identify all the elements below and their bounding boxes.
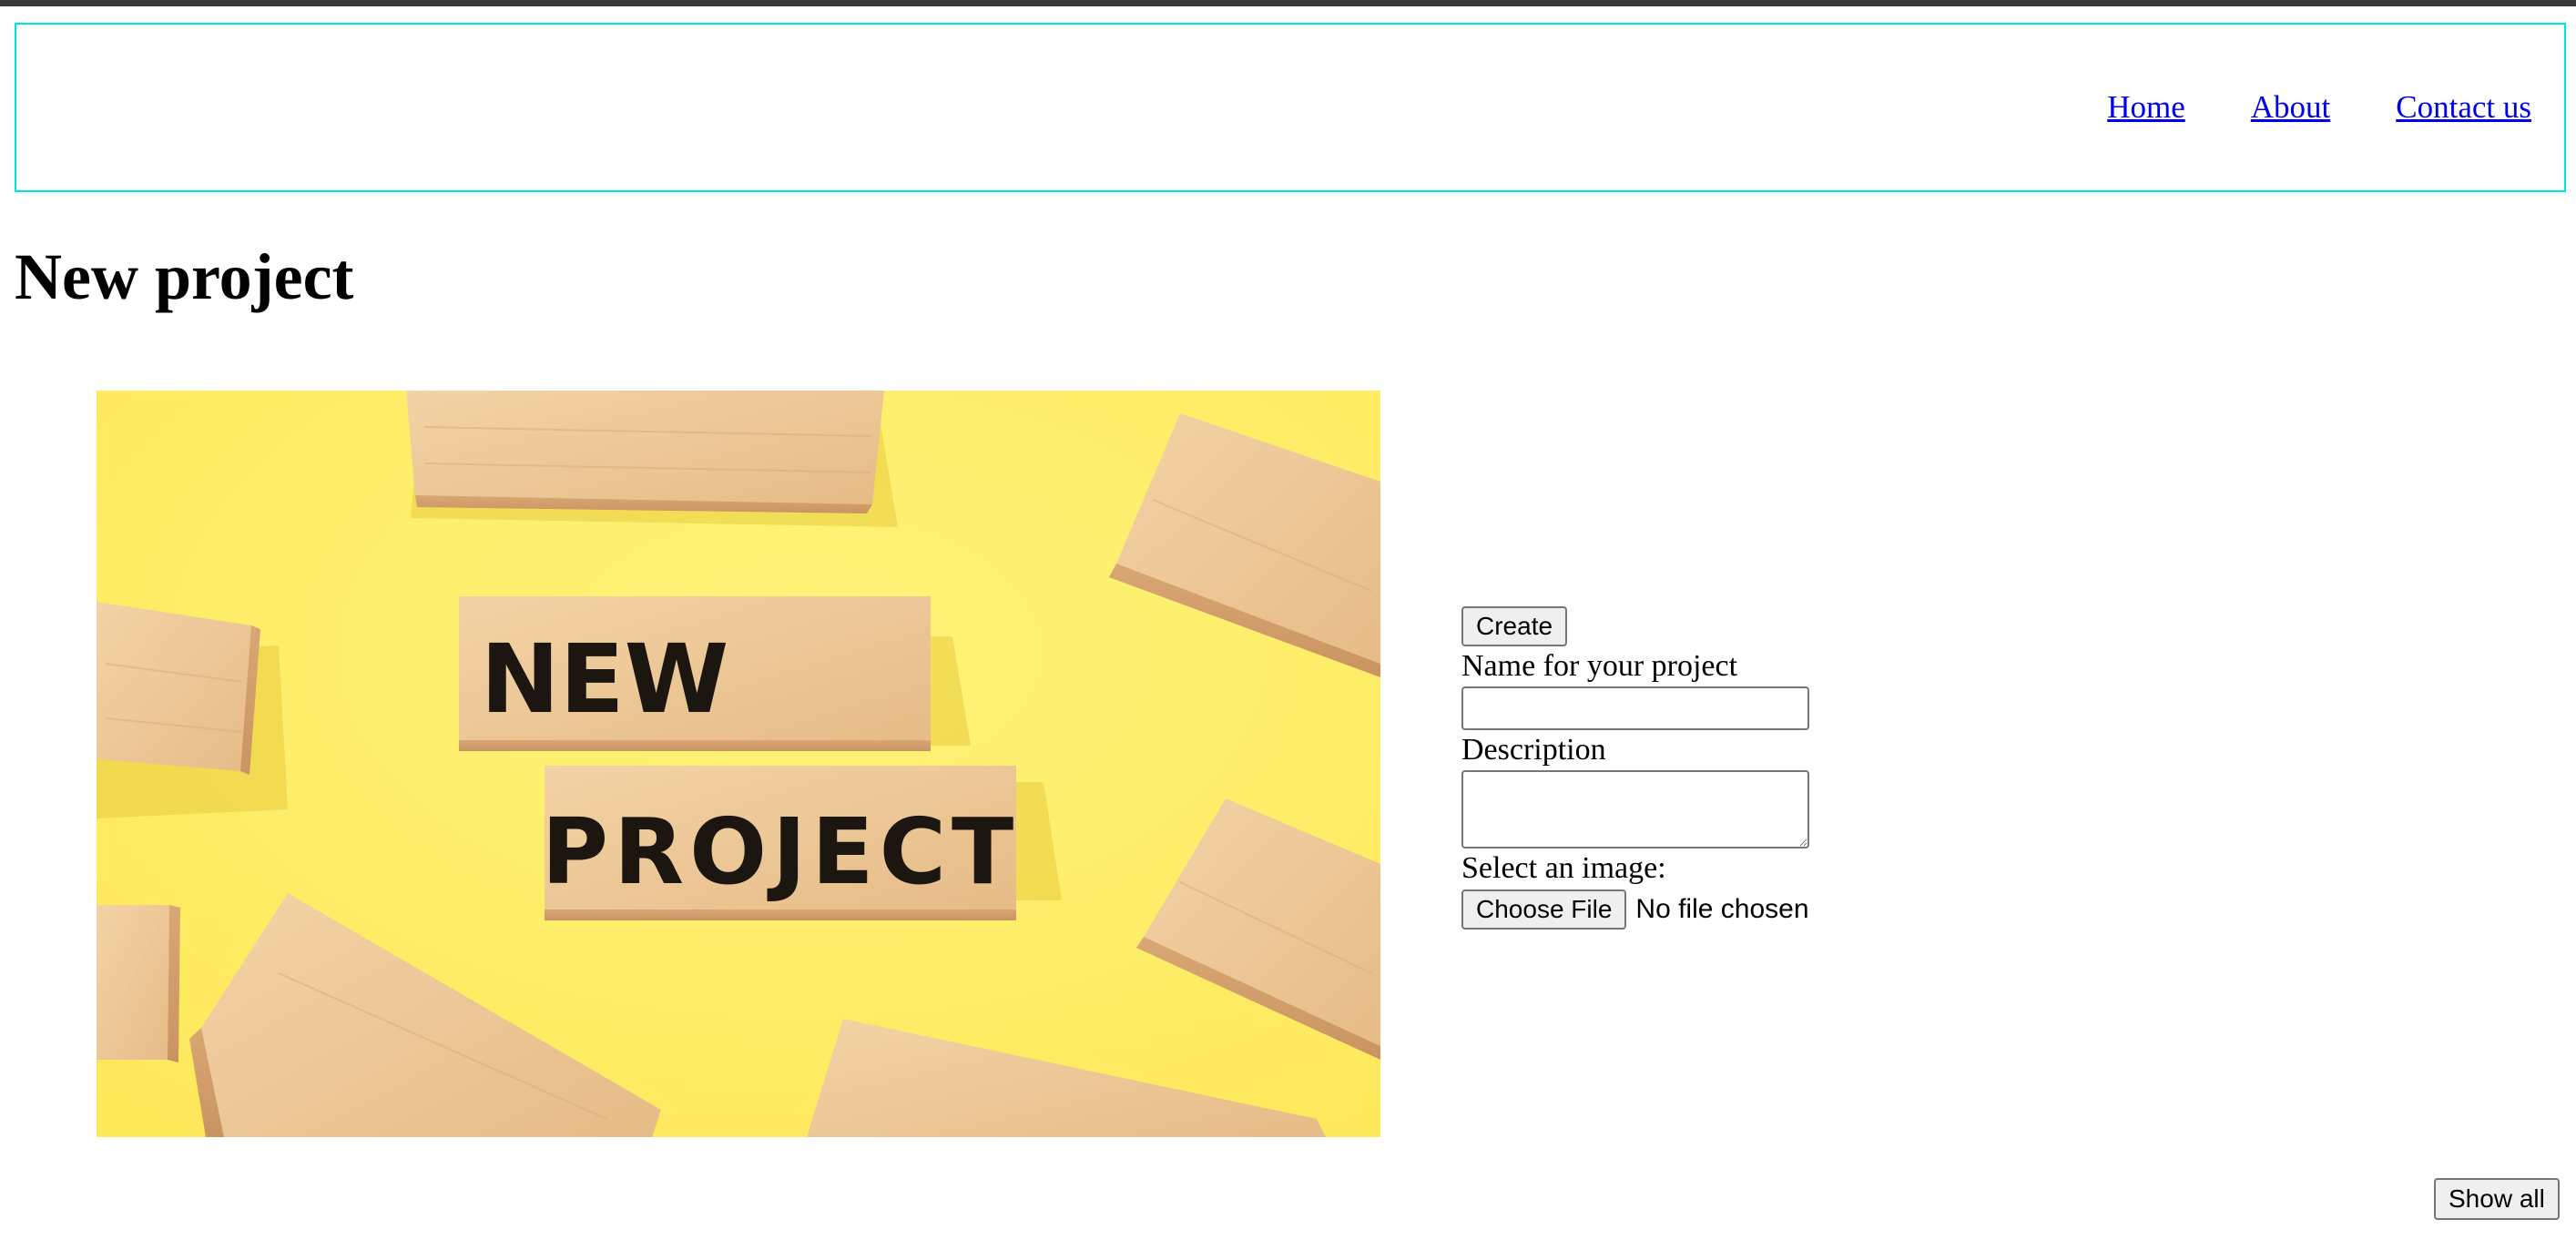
project-name-input[interactable]: [1461, 686, 1809, 730]
choose-file-button[interactable]: Choose File: [1461, 889, 1627, 930]
browser-top-bar: [0, 0, 2576, 6]
nav-link-contact[interactable]: Contact us: [2396, 89, 2531, 126]
page-title: New project: [15, 240, 354, 313]
main-nav: Home About Contact us: [2041, 25, 2531, 190]
hero-text-project: PROJECT: [542, 798, 1019, 905]
create-button[interactable]: Create: [1461, 606, 1568, 646]
hero-illustration: NEW PROJECT: [97, 391, 1380, 1137]
description-label: Description: [1461, 733, 1606, 767]
name-label: Name for your project: [1461, 649, 1738, 683]
site-header: Home About Contact us: [15, 23, 2566, 192]
nav-link-about[interactable]: About: [2251, 89, 2331, 126]
file-status: No file chosen: [1635, 894, 1809, 924]
nav-link-home[interactable]: Home: [2107, 89, 2185, 126]
image-label: Select an image:: [1461, 851, 1666, 885]
file-picker: Choose File No file chosen: [1461, 889, 1844, 930]
description-textarea[interactable]: [1461, 770, 1809, 849]
hero-image: NEW PROJECT: [97, 391, 1380, 1137]
new-project-form: Create Name for your project Description…: [1461, 606, 1844, 930]
hero-text-new: NEW: [481, 624, 729, 735]
show-all-button[interactable]: Show all: [2434, 1178, 2560, 1220]
